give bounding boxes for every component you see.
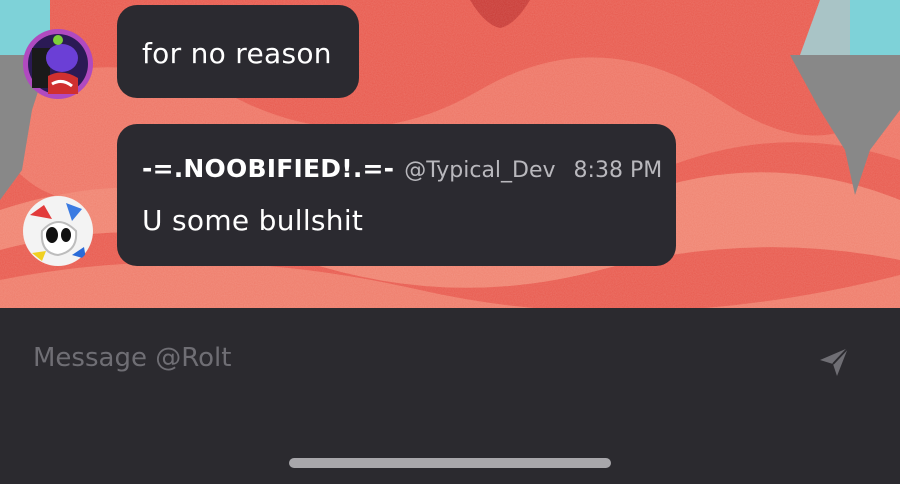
author-handle: @Typical_Dev (404, 158, 556, 183)
message-bubble[interactable]: for no reason (117, 5, 359, 98)
send-icon (820, 347, 849, 376)
avatar[interactable] (22, 195, 94, 267)
home-indicator[interactable] (289, 458, 611, 468)
send-button[interactable] (812, 340, 856, 384)
message-timestamp: 8:38 PM (573, 158, 663, 183)
message-bubble[interactable]: -=.NOOBIFIED!.=- @Typical_Dev 8:38 PM U … (117, 124, 676, 266)
white-creature-avatar-icon (23, 196, 93, 266)
avatar[interactable] (22, 28, 94, 100)
message-header: -=.NOOBIFIED!.=- @Typical_Dev 8:38 PM (142, 154, 662, 183)
message-input[interactable] (33, 338, 773, 378)
author-name[interactable]: -=.NOOBIFIED!.=- (142, 154, 394, 183)
purple-character-avatar-icon (23, 29, 93, 99)
message-text: U some bullshit (142, 204, 364, 237)
message-text: for no reason (142, 37, 332, 70)
